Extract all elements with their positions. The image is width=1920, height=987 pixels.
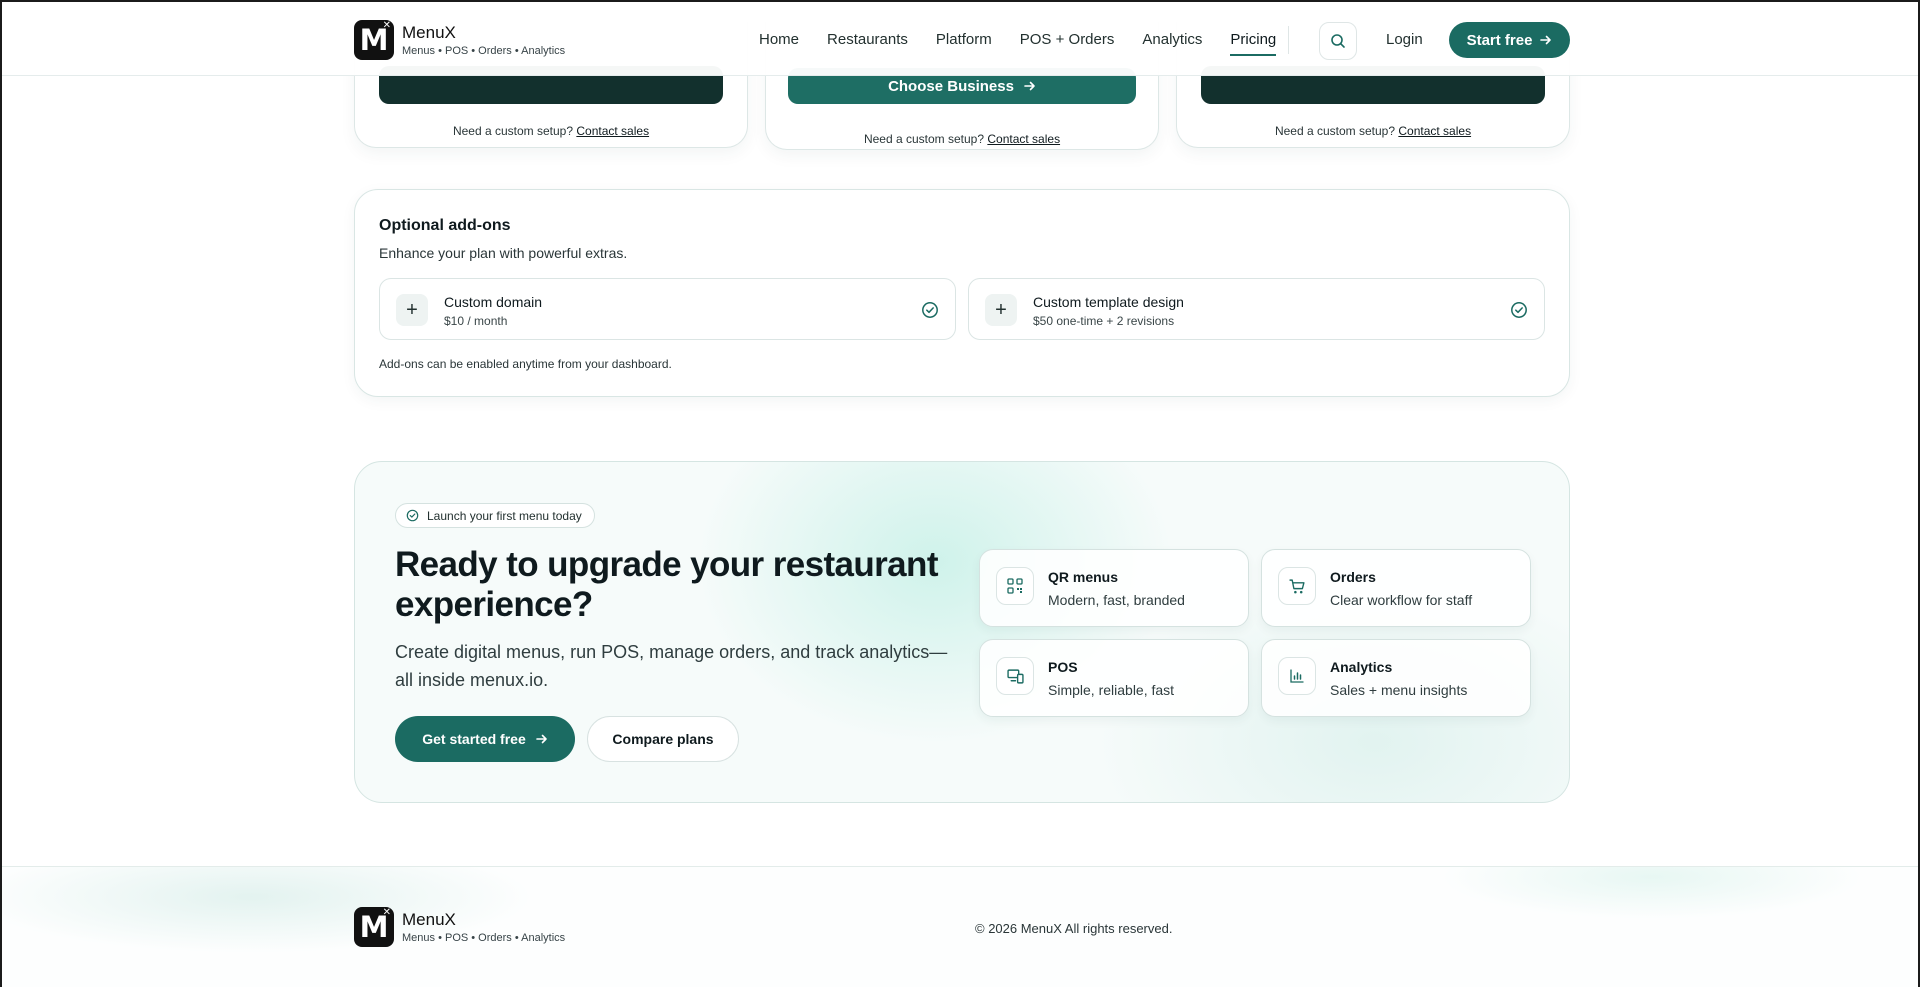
top-header: M ✕ MenuX Menus • POS • Orders • Analyti… xyxy=(2,2,1918,76)
plus-icon: + xyxy=(396,294,428,326)
nav-analytics[interactable]: Analytics xyxy=(1142,31,1202,48)
brand-name: MenuX xyxy=(402,22,456,42)
addons-title: Optional add-ons xyxy=(379,217,511,234)
feature-desc: Sales + menu insights xyxy=(1330,682,1468,698)
nav-pricing[interactable]: Pricing xyxy=(1230,31,1276,56)
addon-custom-domain[interactable]: + Custom domain $10 / month xyxy=(379,278,956,340)
get-started-button[interactable]: Get started free xyxy=(395,716,575,762)
bar-chart-icon xyxy=(1278,657,1316,695)
check-circle-icon xyxy=(1511,302,1527,318)
addon-price: $10 / month xyxy=(444,314,508,328)
compare-plans-button[interactable]: Compare plans xyxy=(587,716,739,762)
contact-sales-link[interactable]: Contact sales xyxy=(576,124,649,138)
footer-brand[interactable]: M ✕ MenuX Menus • POS • Orders • Analyti… xyxy=(354,907,565,947)
nav-home[interactable]: Home xyxy=(759,31,799,48)
qr-code-icon xyxy=(996,567,1034,605)
feature-analytics: Analytics Sales + menu insights xyxy=(1261,639,1531,717)
feature-desc: Clear workflow for staff xyxy=(1330,592,1473,608)
contact-sales-link[interactable]: Contact sales xyxy=(1398,124,1471,138)
check-circle-icon xyxy=(406,509,419,522)
feature-title: Orders xyxy=(1330,569,1376,585)
cta-section: Launch your first menu today Ready to up… xyxy=(354,461,1570,803)
logo-mark-icon: ✕ xyxy=(382,907,391,918)
main-nav: Home Restaurants Platform POS + Orders A… xyxy=(759,31,1304,56)
logo-mark-icon: ✕ xyxy=(382,20,391,31)
start-free-button[interactable]: Start free xyxy=(1449,22,1570,58)
launch-badge: Launch your first menu today xyxy=(395,503,595,528)
menux-logo-icon: M ✕ xyxy=(354,20,394,60)
addon-name: Custom domain xyxy=(444,294,543,310)
arrow-right-icon xyxy=(1540,35,1552,45)
addons-section: Optional add-ons Enhance your plan with … xyxy=(354,189,1570,397)
menux-logo-icon: M ✕ xyxy=(354,907,394,947)
cta-headline: Ready to upgrade your restaurant experie… xyxy=(395,545,938,624)
brand-tagline: Menus • POS • Orders • Analytics xyxy=(402,931,566,944)
feature-orders: Orders Clear workflow for staff xyxy=(1261,549,1531,627)
custom-setup-note: Need a custom setup? Contact sales xyxy=(863,132,1061,146)
feature-title: Analytics xyxy=(1330,659,1393,675)
footer: M ✕ MenuX Menus • POS • Orders • Analyti… xyxy=(2,866,1918,987)
search-icon xyxy=(1331,34,1345,48)
plus-icon: + xyxy=(985,294,1017,326)
custom-setup-note: Need a custom setup? Contact sales xyxy=(1274,124,1472,138)
arrow-right-icon xyxy=(1024,81,1035,91)
addon-price: $50 one-time + 2 revisions xyxy=(1033,314,1175,328)
feature-desc: Modern, fast, branded xyxy=(1048,592,1185,608)
copyright: © 2026 MenuX All rights reserved. xyxy=(975,921,1173,936)
addons-subtitle: Enhance your plan with powerful extras. xyxy=(379,245,628,261)
devices-icon xyxy=(996,657,1034,695)
login-link[interactable]: Login xyxy=(1386,31,1423,48)
feature-pos: POS Simple, reliable, fast xyxy=(979,639,1249,717)
nav-pos-orders[interactable]: POS + Orders xyxy=(1020,31,1115,48)
feature-qr-menus: QR menus Modern, fast, branded xyxy=(979,549,1249,627)
nav-restaurants[interactable]: Restaurants xyxy=(827,31,908,48)
brand[interactable]: M ✕ MenuX Menus • POS • Orders • Analyti… xyxy=(354,20,565,60)
addon-name: Custom template design xyxy=(1033,294,1184,310)
search-button[interactable] xyxy=(1319,22,1357,60)
feature-desc: Simple, reliable, fast xyxy=(1048,682,1175,698)
feature-title: QR menus xyxy=(1048,569,1119,585)
addon-custom-template[interactable]: + Custom template design $50 one-time + … xyxy=(968,278,1545,340)
nav-platform[interactable]: Platform xyxy=(936,31,992,48)
brand-tagline: Menus • POS • Orders • Analytics xyxy=(402,44,566,57)
feature-title: POS xyxy=(1048,659,1078,675)
nav-divider xyxy=(1288,26,1289,54)
custom-setup-note: Need a custom setup? Contact sales xyxy=(452,124,650,138)
brand-name: MenuX xyxy=(402,909,456,929)
check-circle-icon xyxy=(922,302,938,318)
cta-lead: Create digital menus, run POS, manage or… xyxy=(395,642,948,690)
arrow-right-icon xyxy=(535,734,547,744)
cart-icon xyxy=(1278,567,1316,605)
contact-sales-link[interactable]: Contact sales xyxy=(987,132,1060,146)
addons-note: Add-ons can be enabled anytime from your… xyxy=(379,357,672,371)
